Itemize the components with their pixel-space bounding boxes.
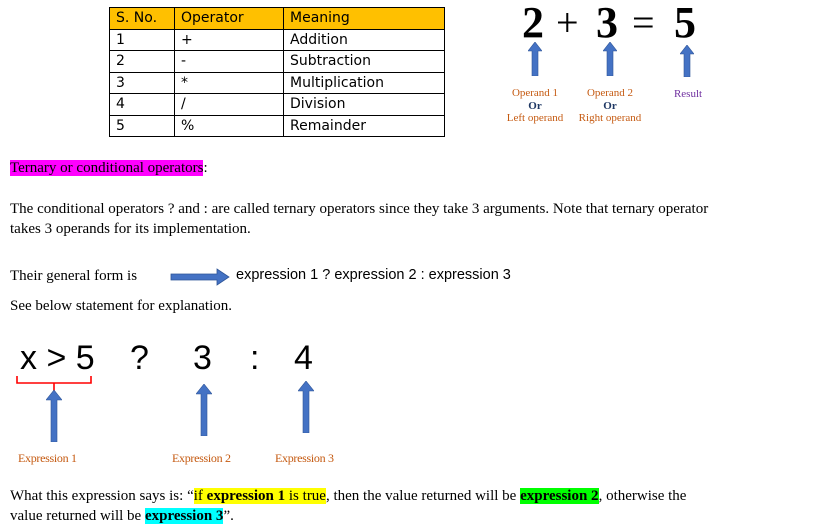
expression1-label: Expression 1 (18, 451, 77, 465)
cell-operator: * (174, 71, 284, 94)
cell-meaning: Division (283, 93, 445, 116)
explanation-paragraph: What this expression says is: “if expres… (10, 486, 686, 526)
cell-sno: 4 (109, 93, 175, 116)
intro-paragraph: The conditional operators ? and : are ca… (10, 199, 708, 239)
explanation-if: if (193, 488, 207, 504)
cell-meaning: Remainder (283, 114, 445, 137)
explanation-text: What this expression says is: “ (10, 488, 194, 504)
table-row: 1 + Addition (109, 28, 445, 51)
cell-meaning: Subtraction (283, 50, 445, 73)
intro-line-1: The conditional operators ? and : are ca… (10, 201, 709, 217)
table-row: 2 - Subtraction (109, 50, 445, 73)
general-form-expression: expression 1 ? expression 2 : expression… (236, 267, 511, 283)
cell-operator: % (174, 114, 284, 137)
equation-result: 5 (674, 0, 696, 47)
explanation-text: ”. (223, 508, 234, 524)
ternary-value-false: 4 (294, 339, 313, 377)
cell-sno: 5 (109, 114, 175, 137)
ternary-colon: : (250, 339, 260, 377)
equation-operand2: 3 (596, 0, 618, 47)
cell-sno: 1 (109, 28, 175, 51)
up-arrow-icon (196, 384, 212, 436)
up-arrow-icon (680, 45, 694, 77)
operand1-label-or: Or (528, 99, 542, 112)
highlight-condition: if expression 1 is true (193, 488, 326, 504)
cell-sno: 3 (109, 71, 175, 94)
explanation-expr3: expression 3 (144, 508, 224, 524)
explanation-text: , otherwise the (598, 488, 687, 504)
table-header-row: S. No. Operator Meaning (109, 7, 445, 30)
cell-meaning: Multiplication (283, 71, 445, 94)
heading-text: Ternary or conditional operators (10, 160, 204, 176)
explanation-line-2: value returned will be expression 3”. (10, 506, 686, 526)
cell-meaning: Addition (283, 28, 445, 51)
operand1-label-top: Operand 1 (511, 87, 559, 99)
up-arrow-icon (528, 42, 542, 76)
explanation-expr2: expression 2 (520, 488, 599, 504)
explanation-line-1: What this expression says is: “if expres… (10, 486, 686, 506)
table-row: 5 % Remainder (109, 114, 445, 137)
equation-plus: + (556, 0, 579, 45)
header-sno: S. No. (109, 7, 175, 30)
see-below-text: See below statement for explanation. (10, 298, 233, 314)
cell-operator: - (174, 50, 284, 73)
up-arrow-icon (298, 381, 314, 433)
right-arrow-icon (170, 268, 230, 286)
cell-operator: / (174, 93, 284, 116)
table-row: 4 / Division (109, 93, 445, 116)
cell-operator: + (174, 28, 284, 51)
equation-equals: = (632, 0, 655, 45)
expression2-label: Expression 2 (172, 451, 231, 465)
result-label: Result (673, 88, 703, 100)
ternary-value-true: 3 (193, 339, 212, 377)
operand2-label-or: Or (603, 99, 617, 112)
operand1-label-bottom: Left operand (506, 112, 564, 124)
header-meaning: Meaning (283, 7, 445, 30)
operand1-label: Operand 1 Or Left operand (505, 87, 565, 125)
up-arrow-icon (603, 42, 617, 76)
ternary-condition: x > 5 (20, 339, 95, 377)
ternary-question: ? (130, 339, 149, 377)
header-operator: Operator (174, 7, 284, 30)
general-form: Their general form is (10, 266, 137, 286)
operand2-label-top: Operand 2 (586, 87, 634, 99)
operand2-label: Operand 2 Or Right operand (577, 87, 643, 125)
intro-line-2: takes 3 operands for its implementation. (10, 221, 251, 237)
equation: 2 + 3 = 5 (522, 0, 722, 48)
general-form-prefix: Their general form is (10, 268, 138, 284)
section-heading: Ternary or conditional operators: (10, 160, 208, 177)
operand2-label-bottom: Right operand (578, 112, 642, 124)
explanation-text: , then the value returned will be (325, 488, 521, 504)
cell-sno: 2 (109, 50, 175, 73)
operator-table: S. No. Operator Meaning 1 + Addition 2 -… (109, 7, 445, 137)
explanation-is-true: is true (285, 488, 326, 504)
equation-operand1: 2 (522, 0, 544, 47)
expression3-label: Expression 3 (275, 451, 334, 465)
up-arrow-icon (46, 390, 62, 442)
explanation-text: value returned will be (10, 508, 145, 524)
explanation-expr1: expression 1 (206, 488, 286, 504)
heading-suffix: : (203, 160, 208, 176)
table-row: 3 * Multiplication (109, 71, 445, 94)
